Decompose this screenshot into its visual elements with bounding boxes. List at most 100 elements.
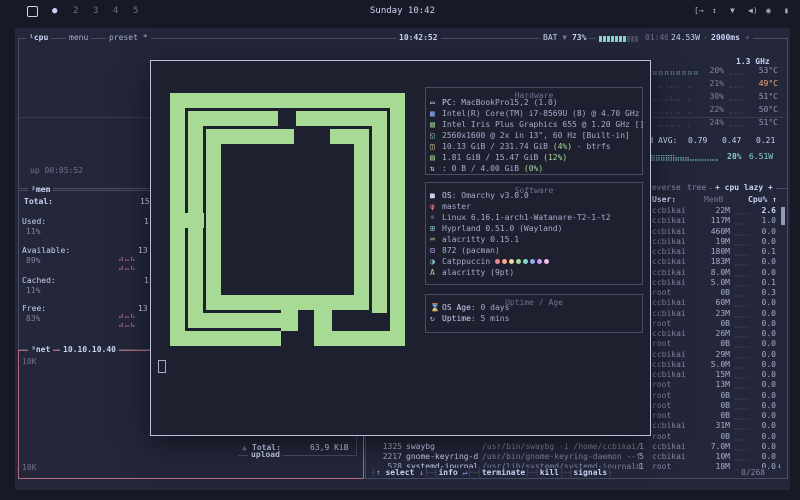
core-graph: ⣀⣀⢀⣀⣄⣀⠀⡀ (646, 92, 698, 101)
software-section: Software ■OS: Omarchy v3.0.0ψmaster☼Linu… (425, 182, 643, 285)
fastfetch-label: PC (442, 98, 452, 107)
interval-plus-button[interactable]: + (742, 33, 753, 43)
proc-mem-graph: ⣀⣀⡀ (734, 421, 752, 430)
fastfetch-percent: (0%) (524, 164, 543, 173)
proc-col-mem[interactable]: MemB (704, 195, 723, 205)
fastfetch-text: Intel Iris Plus Graphics 655 @ 1.20 GHz … (442, 120, 644, 129)
theme-color-dot (516, 259, 521, 264)
proc-mem: 0B (694, 432, 730, 441)
bluetooth-icon[interactable]: ↕ (712, 0, 717, 22)
tab-mem[interactable]: ²mem (28, 185, 53, 195)
proc-user: ccbikai (652, 298, 698, 307)
proc-user: ccbikai (652, 268, 698, 277)
screencast-icon[interactable]: [→ (694, 0, 704, 22)
wifi-icon[interactable]: ▼ (730, 0, 735, 22)
hint-key[interactable]: ↵ (458, 468, 468, 477)
fastfetch-line: ⊟872 (pacman) (426, 246, 636, 257)
proc-mem-graph: ⣀⣀⡀ (734, 247, 752, 256)
workspace-2[interactable]: 2 (73, 0, 78, 22)
fastfetch-line: ◑Catppuccin (426, 257, 636, 268)
tab-cpu-lazy-sort[interactable]: + cpu lazy + (712, 183, 776, 193)
theme-color-dot (495, 259, 500, 264)
proc-mem: 15M (694, 370, 730, 379)
tab-preset[interactable]: preset * (106, 33, 151, 43)
proc-mem-graph: ⣀⣀⡀ (734, 360, 752, 369)
proc-threads: 5 (632, 452, 644, 461)
proc-col-cpu[interactable]: Cpu% ↑ (748, 195, 777, 205)
fastfetch-line: ▦Intel(R) Core(TM) i7-8569U (8) @ 4.70 G… (426, 109, 636, 120)
upload-tab[interactable]: upload (248, 450, 283, 460)
battery-icon[interactable]: ▮ (784, 0, 789, 22)
theme-color-dot (544, 259, 549, 264)
proc-mem-graph: ⣀⣀⡀ (734, 452, 752, 461)
tab-tree[interactable]: tree (684, 183, 709, 193)
proc-mem: 19M (694, 237, 730, 246)
hint-key[interactable]: ↓ (414, 468, 424, 477)
volume-icon[interactable]: ◀) (748, 0, 758, 22)
hint-kill[interactable]: kill (540, 468, 559, 477)
proc-mem-graph: ⣀⣀⡀ (734, 442, 752, 451)
tab-cpu[interactable]: ¹cpu (26, 33, 51, 43)
branch-icon: ψ (429, 202, 436, 211)
fastfetch-value: alacritty (9pt) (442, 268, 514, 277)
battery-status: BAT ▼ 73% (540, 33, 589, 53)
core-temp-graph: ⣀⣀⡀ (728, 92, 750, 101)
core-percent: 30% (702, 92, 724, 101)
proc-col-user[interactable]: User: (652, 195, 676, 205)
tab-menu[interactable]: menu (66, 33, 91, 43)
btop-clock: 10:42:52 (396, 33, 441, 43)
hint-select[interactable]: select (385, 468, 414, 477)
wm-icon: ⊞ (429, 224, 436, 233)
proc-mem: 183M (694, 257, 730, 266)
tab-net[interactable]: ³net (28, 345, 53, 355)
proc-mem-graph: ⣀⣀⡀ (734, 309, 752, 318)
proc-mem: 117M (694, 216, 730, 225)
fastfetch-value: Intel Iris Plus Graphics 655 @ 1.20 GHz … (442, 120, 644, 129)
proc-mem-graph: ⣀⣀⡀ (734, 350, 752, 359)
fastfetch-line: ↻Uptime: 5 mins (426, 314, 636, 325)
cpu-core-row: ⣀⣀⢀⣀⣄⣀⠀⡀30%⣀⣀⡀51°C (646, 92, 786, 104)
theme-color-dot (523, 259, 528, 264)
hint-signals[interactable]: signals (573, 468, 607, 477)
net-scale-bottom: 10K (22, 463, 36, 473)
proc-user: root (652, 339, 698, 348)
fastfetch-text: alacritty 0.15.1 (442, 235, 519, 244)
workspace-3[interactable]: 3 (93, 0, 98, 22)
fastfetch-label: OS (442, 191, 452, 200)
workspace-4[interactable]: 4 (113, 0, 118, 22)
proc-mem-graph: ⣀⣀⡀ (734, 237, 752, 246)
proc-scrollbar[interactable] (781, 207, 785, 225)
load-avg-2: 0.47 (722, 136, 741, 146)
battery-meter-block (623, 36, 626, 42)
fastfetch-text: 872 (pacman) (442, 246, 500, 255)
scroll-down-icon[interactable]: ↓ (777, 461, 782, 471)
process-row[interactable]: 2217gnome-keyring-d/usr/bin/gnome-keyrin… (366, 452, 786, 462)
fastfetch-text: Intel(R) Core(TM) i7-8569U (8) @ 4.70 GH… (442, 109, 639, 118)
fastfetch-line: ⌨alacritty 0.15.1 (426, 235, 636, 246)
hint-terminate[interactable]: terminate (482, 468, 525, 477)
settings-icon[interactable]: ◉ (766, 0, 771, 22)
theme-icon: ◑ (429, 257, 436, 266)
proc-mem-graph: ⣀⣀⡀ (734, 319, 752, 328)
workspace-1-active[interactable]: ● (52, 0, 57, 22)
proc-mem: 26M (694, 329, 730, 338)
proc-mem-graph: ⣀⣀⡀ (734, 401, 752, 410)
proc-mem: 0B (694, 319, 730, 328)
proc-mem-graph: ⣀⣀⡀ (734, 370, 752, 379)
proc-mem-graph: ⣀⣀⡀ (734, 206, 752, 215)
core-temp: 51°C (752, 118, 778, 127)
proc-mem: 60M (694, 298, 730, 307)
mem-used-label: Used: (22, 217, 46, 227)
workspace-5[interactable]: 5 (133, 0, 138, 22)
proc-mem-graph: ⣀⣀⡀ (734, 278, 752, 287)
proc-user: root (652, 401, 698, 410)
process-row[interactable]: 1325swaybg/usr/bin/swaybg -i /home/ccbik… (366, 442, 786, 452)
fastfetch-value: 2560x1600 @ 2x in 13", 60 Hz [Built-in] (442, 131, 630, 140)
proc-user: ccbikai (652, 442, 698, 451)
hint-info[interactable]: info (438, 468, 457, 477)
hint-bracket: ├ (607, 468, 612, 477)
proc-mem: 7.0M (694, 442, 730, 451)
battery-meter-block (635, 36, 638, 42)
launcher-icon[interactable] (27, 6, 38, 17)
mem-available-label: Available: (22, 246, 70, 256)
